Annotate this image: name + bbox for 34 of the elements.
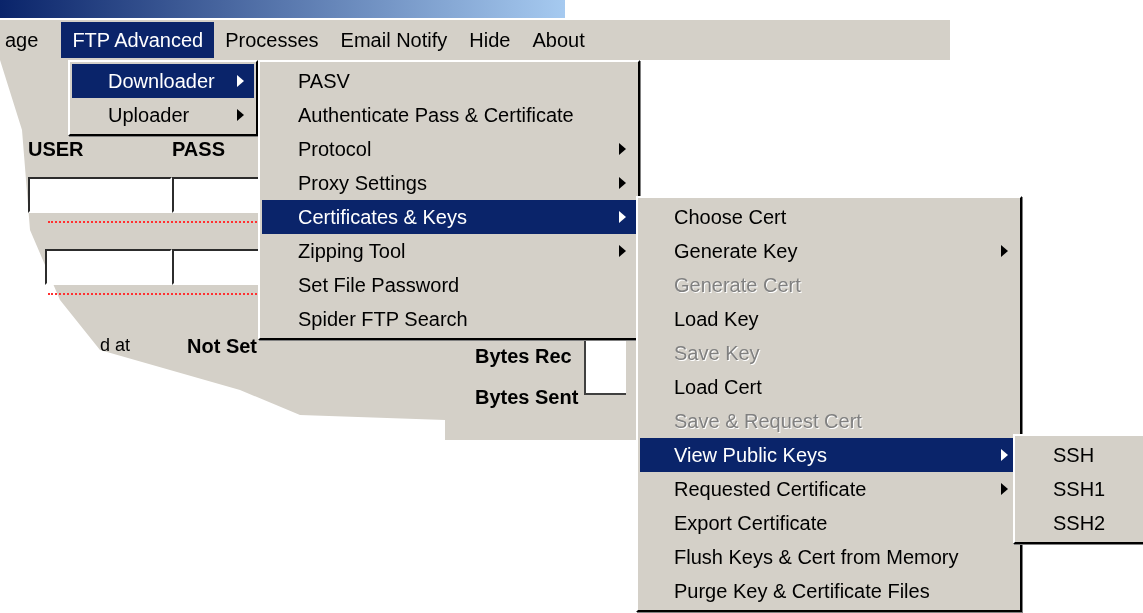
menu-item[interactable]: PASV [262, 64, 636, 98]
menu-bar-item[interactable]: FTP Advanced [61, 22, 215, 58]
menu-bar-item[interactable]: Hide [458, 22, 522, 58]
menu-bar-item[interactable]: Processes [214, 22, 330, 58]
menu-item[interactable]: Requested Certificate [640, 472, 1018, 506]
menu-item[interactable]: Purge Key & Certificate Files [640, 574, 1018, 608]
menu-item[interactable]: Protocol [262, 132, 636, 166]
status-value: Not Set [187, 335, 258, 358]
menu-item[interactable]: Zipping Tool [262, 234, 636, 268]
menu-item[interactable]: Proxy Settings [262, 166, 636, 200]
menu-item[interactable]: SSH [1017, 438, 1143, 472]
menu-item[interactable]: Load Cert [640, 370, 1018, 404]
menu-item[interactable]: Uploader [72, 98, 254, 132]
menu-bar-item[interactable]: age [0, 22, 50, 58]
menu-item[interactable]: Certificates & Keys [262, 200, 636, 234]
menu-item[interactable]: Flush Keys & Cert from Memory [640, 540, 1018, 574]
menu-item[interactable]: Authenticate Pass & Certificate [262, 98, 636, 132]
menu-item[interactable]: Spider FTP Search [262, 302, 636, 336]
menu-item[interactable]: Generate Key [640, 234, 1018, 268]
bytes-received-label: Bytes Rec [475, 345, 573, 368]
user-label: USER [28, 138, 85, 161]
menu-item[interactable]: Downloader [72, 64, 254, 98]
menu-item[interactable]: SSH2 [1017, 506, 1143, 540]
menu-item[interactable]: Set File Password [262, 268, 636, 302]
menu-item[interactable]: Load Key [640, 302, 1018, 336]
menu-item[interactable]: Choose Cert [640, 200, 1018, 234]
pass-label: PASS [172, 138, 225, 161]
bytes-sent-label: Bytes Sent [475, 386, 579, 409]
menu-bar-item[interactable]: About [521, 22, 596, 58]
status-label: d at [100, 335, 132, 356]
user-field[interactable] [28, 177, 172, 213]
menu-item[interactable]: SSH1 [1017, 472, 1143, 506]
user-field[interactable] [45, 249, 172, 285]
menu-bar-item[interactable]: Email Notify [329, 22, 459, 58]
